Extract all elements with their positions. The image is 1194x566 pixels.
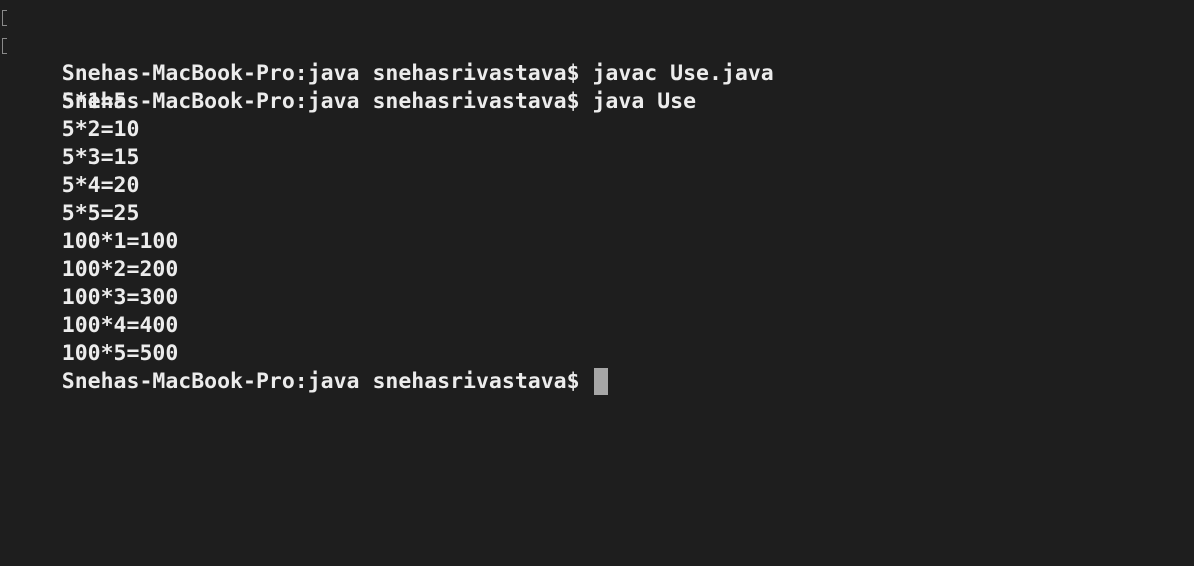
output-line: 100*5=500 <box>10 312 1194 366</box>
prompt-mark-icon <box>2 10 7 26</box>
command-line: Snehas-MacBook-Pro:java snehasrivastava$… <box>2 32 1194 114</box>
prompt-text: Snehas-MacBook-Pro:java snehasrivastava$ <box>61 369 593 394</box>
terminal-window[interactable]: Snehas-MacBook-Pro:java snehasrivastava$… <box>0 0 1194 566</box>
output-line: 5*1=5 <box>10 60 1194 114</box>
prompt-line[interactable]: Snehas-MacBook-Pro:java snehasrivastava$ <box>10 340 1194 395</box>
prompt-mark-icon <box>2 38 7 54</box>
output-line: 100*2=200 <box>10 228 1194 282</box>
output-line: 5*3=15 <box>10 116 1194 170</box>
output-line: 100*1=100 <box>10 200 1194 254</box>
text-cursor <box>593 368 608 395</box>
output-line: 100*4=400 <box>10 284 1194 338</box>
command-line: Snehas-MacBook-Pro:java snehasrivastava$… <box>2 4 1194 86</box>
output-line: 100*3=300 <box>10 256 1194 310</box>
output-line: 5*5=25 <box>10 172 1194 226</box>
output-line: 5*4=20 <box>10 144 1194 198</box>
output-line: 5*2=10 <box>10 88 1194 142</box>
